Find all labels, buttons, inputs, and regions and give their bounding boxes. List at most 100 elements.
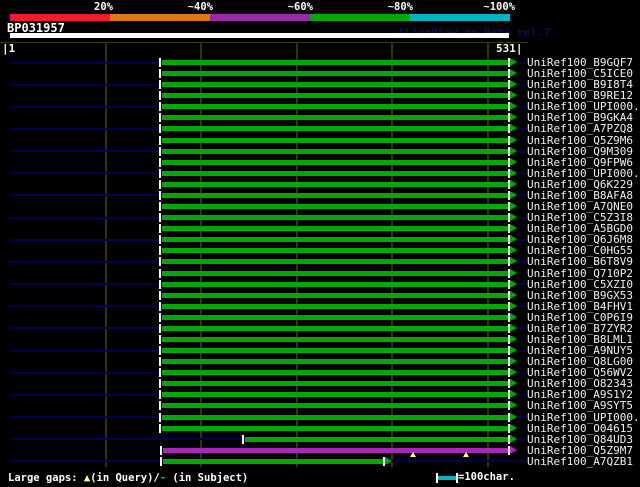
arrow-head-icon [510, 368, 518, 377]
hit-label[interactable]: UniRef100_Q710P2 [527, 267, 633, 278]
scale-segment-80 [310, 14, 410, 21]
arrow-head-icon [510, 80, 518, 89]
scalebar-legend-label: =100char. [458, 471, 515, 483]
start-tick [158, 246, 161, 256]
hit-label[interactable]: UniRef100_C5XZI0 [527, 279, 633, 290]
alignment-bar[interactable] [161, 370, 509, 376]
start-tick [158, 257, 161, 267]
arrow-head-icon [510, 102, 518, 111]
alignment-bar[interactable] [161, 325, 509, 331]
hit-label[interactable]: UniRef100_A7PZQ8 [527, 123, 633, 134]
start-tick [158, 368, 161, 378]
arrow-head-icon [510, 168, 518, 177]
alignment-bar[interactable] [161, 126, 509, 132]
alignment-bar[interactable] [161, 115, 509, 121]
alignment-bar[interactable] [161, 204, 509, 210]
hit-label[interactable]: UniRef100_B6T8V9 [527, 256, 633, 267]
arrow-head-icon [510, 323, 518, 332]
arrow-head-icon [510, 69, 518, 78]
alignment-bar[interactable] [161, 381, 509, 387]
alignment-bar[interactable] [161, 392, 509, 398]
arrow-head-icon [510, 190, 518, 199]
alignment-bar[interactable] [244, 436, 509, 442]
alignment-bar[interactable] [161, 314, 509, 320]
start-tick [158, 301, 161, 311]
start-tick [158, 69, 161, 79]
arrow-head-icon [510, 91, 518, 100]
start-tick [158, 80, 161, 90]
alignment-bar[interactable] [161, 270, 509, 276]
start-tick [158, 401, 161, 411]
alignment-row: UniRef100_C5XZI0 [0, 279, 640, 290]
start-tick [158, 390, 161, 400]
alignment-viewer: 20% ~40% ~60% ~80% ~100% BP031957 AlignV… [0, 0, 640, 487]
start-tick [158, 346, 161, 356]
start-tick [158, 312, 161, 322]
arrow-head-icon [510, 146, 518, 155]
arrow-head-icon [510, 379, 518, 388]
alignment-bar[interactable] [161, 337, 509, 342]
scale-label-100: ~100% [483, 1, 515, 13]
alignment-bar[interactable] [161, 226, 509, 232]
alignment-bar[interactable] [161, 348, 509, 354]
arrow-head-icon [510, 58, 518, 66]
scale-label-20: 20% [94, 1, 113, 13]
alignment-bar[interactable] [161, 414, 509, 420]
alignment-bar[interactable] [161, 60, 509, 65]
start-tick [158, 357, 161, 367]
alignment-bar[interactable] [161, 159, 509, 165]
alignment-bar[interactable] [161, 403, 509, 409]
alignment-bar[interactable] [161, 215, 509, 221]
arrow-head-icon [510, 213, 518, 222]
gap-legend-part-0: Large gaps: [8, 472, 84, 484]
scale-segment-60 [210, 14, 310, 21]
alignment-bar[interactable] [161, 425, 509, 431]
alignment-bar[interactable] [162, 447, 509, 453]
scale-label-60: ~60% [287, 1, 313, 13]
alignment-bar[interactable] [161, 303, 509, 309]
alignment-bar[interactable] [161, 137, 509, 143]
hit-label[interactable]: UniRef100_A7QZB1 [527, 456, 633, 467]
alignment-bar[interactable] [161, 292, 509, 298]
ruler-line [0, 42, 528, 43]
arrow-head-icon [510, 224, 518, 233]
start-tick [158, 190, 161, 200]
alignment-bar[interactable] [162, 458, 383, 464]
alignment-bar[interactable] [161, 71, 509, 77]
alignment-bar[interactable] [161, 237, 509, 243]
alignment-bar[interactable] [161, 93, 509, 99]
hit-label[interactable]: UniRef100_UPI000.. [527, 411, 640, 422]
alignment-bar[interactable] [161, 248, 509, 254]
hit-label[interactable]: UniRef100_Q5Z9M6 [527, 134, 633, 145]
start-tick [158, 157, 161, 167]
arrow-head-icon [510, 312, 518, 321]
hit-rows: UniRef100_B9GQF7 UniRef100_C5ICE0 UniRef10… [0, 57, 640, 468]
scale-segment-20 [10, 14, 110, 21]
start-tick [158, 235, 161, 245]
alignment-bar[interactable] [161, 259, 509, 265]
arrow-head-icon [510, 246, 518, 255]
scale-label-80: ~80% [387, 1, 413, 13]
alignment-bar[interactable] [161, 104, 509, 110]
query-bar [10, 33, 509, 38]
arrow-head-icon [510, 202, 518, 211]
gap-legend: Large gaps: ▲(in Query)/- (in Subject) [8, 471, 248, 485]
alignment-bar[interactable] [161, 181, 509, 187]
arrow-head-icon [385, 456, 392, 465]
alignment-bar[interactable] [161, 148, 509, 154]
start-tick [158, 102, 161, 112]
alignment-bar[interactable] [161, 170, 509, 176]
start-tick [158, 323, 161, 333]
start-tick [158, 135, 161, 145]
alignment-bar[interactable] [161, 359, 509, 365]
arrow-head-icon [510, 135, 518, 144]
arrow-head-icon [510, 423, 518, 432]
alignment-bar[interactable] [161, 82, 509, 88]
arrow-head-icon [510, 357, 518, 366]
alignment-bar[interactable] [161, 281, 509, 287]
alignment-row: UniRef100_A9SYT5 [0, 400, 640, 412]
arrow-head-icon [510, 434, 518, 443]
arrow-head-icon [510, 113, 518, 122]
hit-label[interactable]: UniRef100_A9SYT5 [527, 400, 633, 411]
alignment-bar[interactable] [161, 192, 509, 198]
